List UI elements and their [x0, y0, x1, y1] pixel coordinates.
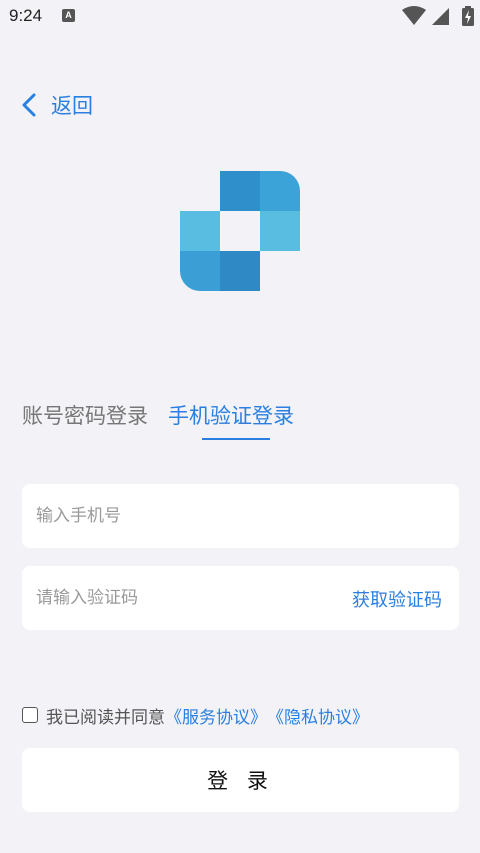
get-code-button[interactable]: 获取验证码	[352, 586, 442, 612]
back-button[interactable]: 返回	[20, 88, 93, 122]
logo-block-bottom-left	[180, 251, 220, 291]
logo-block-top-right	[260, 171, 300, 211]
phone-field-card	[22, 484, 459, 548]
agreement-checkbox[interactable]	[22, 707, 38, 723]
back-label: 返回	[51, 94, 93, 118]
status-time: 9:24	[9, 6, 43, 25]
active-tab-indicator	[202, 438, 270, 440]
status-bar: 9:24 A	[0, 0, 480, 34]
logo-block-bottom-center	[220, 251, 260, 291]
privacy-agreement-link[interactable]: 《隐私协议》	[267, 703, 369, 728]
tab-sms-login[interactable]: 手机验证登录	[168, 400, 294, 430]
login-tabs: 账号密码登录 手机验证登录	[22, 400, 462, 444]
logo-block-mid-left	[180, 211, 220, 251]
wifi-icon	[402, 6, 426, 25]
agreement-text: 我已阅读并同意	[46, 707, 165, 728]
agreement-row: 我已阅读并同意 《服务协议》 《隐私协议》	[22, 702, 369, 728]
app-logo	[180, 171, 300, 291]
service-agreement-link[interactable]: 《服务协议》	[165, 703, 267, 728]
notification-badge-icon: A	[62, 9, 75, 22]
logo-block-top-center	[220, 171, 260, 211]
verification-code-input[interactable]	[36, 566, 336, 630]
battery-charging-icon	[462, 6, 474, 26]
code-field-card: 获取验证码	[22, 566, 459, 630]
chevron-left-icon	[22, 93, 36, 117]
cell-signal-icon	[432, 8, 449, 25]
tab-password-login[interactable]: 账号密码登录	[22, 400, 148, 430]
logo-block-mid-right	[260, 211, 300, 251]
phone-input[interactable]	[36, 484, 336, 548]
login-button[interactable]: 登 录	[22, 748, 459, 812]
